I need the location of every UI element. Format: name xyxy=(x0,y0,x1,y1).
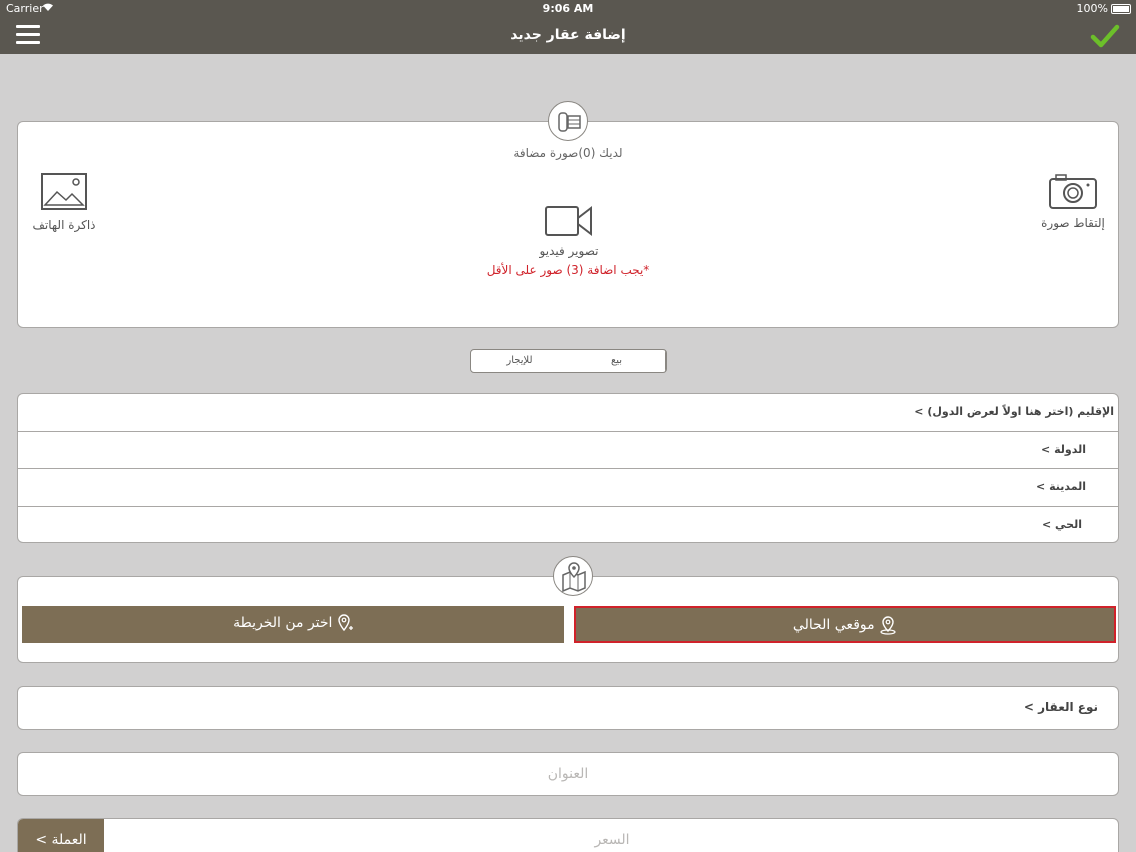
media-panel: لديك (0)صورة مضافة إلتقاط صورة ذاكرة اله… xyxy=(17,101,1119,328)
record-video-button[interactable]: تصوير فيديو xyxy=(489,204,649,258)
capture-photo-label: إلتقاط صورة xyxy=(1041,216,1105,230)
map-pin-plus-icon xyxy=(337,614,353,632)
current-location-button[interactable]: موقعي الحالي xyxy=(574,606,1116,643)
choose-from-map-label: اختر من الخريطة xyxy=(233,615,333,631)
location-list: الإقليم (اختر هنا اولاً لعرض الدول) > ال… xyxy=(17,393,1119,543)
region-label: الإقليم (اختر هنا اولاً لعرض الدول) > xyxy=(914,405,1114,418)
battery-percent: 100% xyxy=(1076,2,1108,15)
address-panel xyxy=(17,752,1119,796)
image-icon xyxy=(39,173,89,216)
segment-sale[interactable]: بيع xyxy=(568,350,666,372)
video-camera-icon xyxy=(543,205,595,242)
map-panel: اختر من الخريطة موقعي الحالي xyxy=(17,556,1119,663)
record-video-label: تصوير فيديو xyxy=(539,244,599,258)
country-row[interactable]: الدولة > xyxy=(18,432,1118,469)
location-pin-icon xyxy=(879,616,897,635)
clock-label: 9:06 AM xyxy=(542,2,594,15)
battery-icon xyxy=(1111,4,1131,14)
address-input[interactable] xyxy=(18,753,1118,795)
currency-button[interactable]: العملة > xyxy=(18,819,104,852)
property-type-row[interactable]: نوع العقار > xyxy=(17,686,1119,730)
choose-from-map-button[interactable]: اختر من الخريطة xyxy=(22,606,564,643)
status-bar: Carrier 9:06 AM 100% xyxy=(0,0,1136,18)
media-roll-icon xyxy=(548,101,588,141)
min-photos-warning: *يجب اضافة (3) صور على الأقل xyxy=(486,263,650,277)
city-row[interactable]: المدينة > xyxy=(18,469,1118,507)
segment-rent[interactable]: للإيجار xyxy=(471,350,568,372)
nav-bar: إضافة عقار جديد xyxy=(0,18,1136,54)
phone-gallery-button[interactable]: ذاكرة الهاتف xyxy=(32,172,96,232)
phone-gallery-label: ذاكرة الهاتف xyxy=(32,218,96,232)
camera-icon xyxy=(1048,174,1098,214)
district-label: الحي > xyxy=(1041,517,1082,531)
city-label: المدينة > xyxy=(1036,480,1086,493)
map-location-icon xyxy=(553,556,593,596)
price-input[interactable] xyxy=(104,819,1118,852)
media-count-label: لديك (0)صورة مضافة xyxy=(513,146,623,160)
district-row[interactable]: الحي > xyxy=(18,507,1118,543)
current-location-label: موقعي الحالي xyxy=(792,617,875,633)
price-panel: العملة > xyxy=(17,818,1119,852)
capture-photo-button[interactable]: إلتقاط صورة xyxy=(1038,172,1108,230)
page-title: إضافة عقار جديد xyxy=(510,27,626,43)
country-label: الدولة > xyxy=(1041,442,1086,456)
confirm-check-icon[interactable] xyxy=(1090,21,1120,51)
listing-type-segmented: للإيجار بيع xyxy=(470,349,667,373)
region-row[interactable]: الإقليم (اختر هنا اولاً لعرض الدول) > xyxy=(18,394,1118,432)
property-type-label: نوع العقار > xyxy=(1023,700,1098,714)
